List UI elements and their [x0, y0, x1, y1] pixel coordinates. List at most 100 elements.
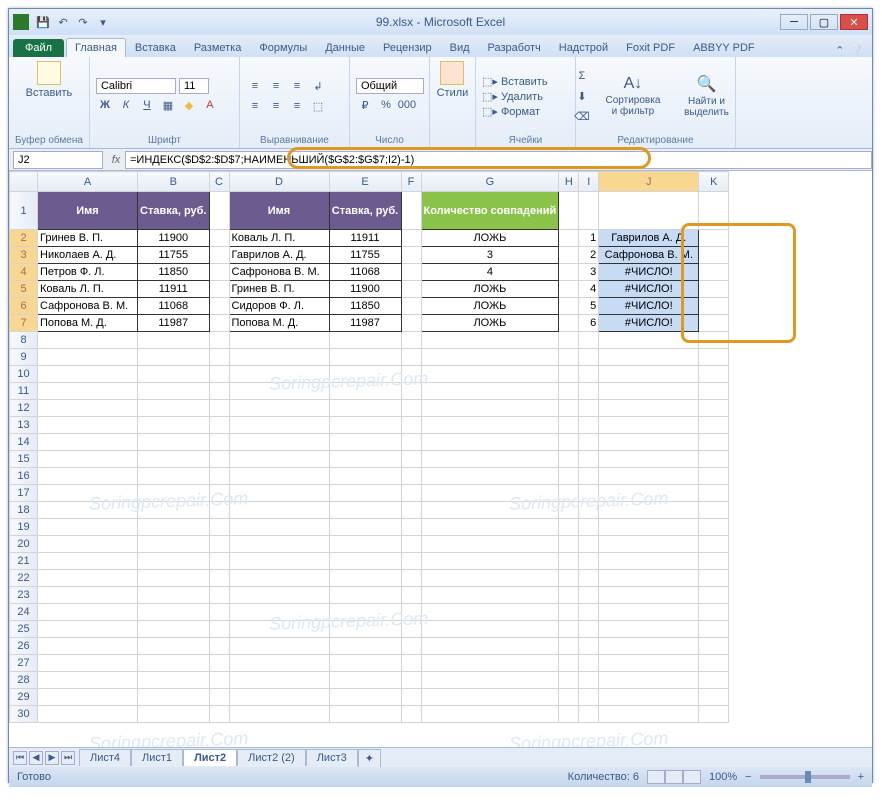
cell[interactable]: [329, 570, 401, 587]
cell[interactable]: 11068: [138, 298, 210, 315]
undo-icon[interactable]: ↶: [55, 14, 71, 30]
cell[interactable]: [579, 689, 599, 706]
cell[interactable]: [401, 349, 421, 366]
cell[interactable]: [559, 315, 579, 332]
cell[interactable]: Гринев В. П.: [38, 230, 138, 247]
cell[interactable]: [599, 417, 699, 434]
cell[interactable]: [229, 604, 329, 621]
sheet-nav-prev[interactable]: ◀: [29, 751, 43, 765]
cell[interactable]: [699, 451, 729, 468]
cell[interactable]: [559, 349, 579, 366]
cell[interactable]: [421, 434, 559, 451]
cell[interactable]: [329, 417, 401, 434]
minimize-button[interactable]: ─: [780, 14, 808, 30]
cell[interactable]: [579, 519, 599, 536]
cell[interactable]: [209, 247, 229, 264]
cell[interactable]: [599, 638, 699, 655]
cell[interactable]: [559, 536, 579, 553]
cell[interactable]: [229, 706, 329, 723]
cell[interactable]: [559, 570, 579, 587]
cell[interactable]: [209, 434, 229, 451]
cell[interactable]: [38, 553, 138, 570]
cell[interactable]: [579, 655, 599, 672]
cell[interactable]: [699, 519, 729, 536]
sheet-tab[interactable]: Лист4: [79, 749, 131, 766]
spreadsheet-table[interactable]: A B C D E F G H I J K 1ИмяСтавка, руб.Им…: [9, 171, 729, 723]
cell[interactable]: 11911: [329, 230, 401, 247]
cell[interactable]: [699, 621, 729, 638]
cell[interactable]: [38, 655, 138, 672]
cell[interactable]: [401, 264, 421, 281]
cell[interactable]: [38, 570, 138, 587]
col-header[interactable]: K: [699, 172, 729, 192]
cell[interactable]: [38, 349, 138, 366]
col-header[interactable]: J: [599, 172, 699, 192]
cell[interactable]: #ЧИСЛО!: [599, 315, 699, 332]
cell[interactable]: [401, 638, 421, 655]
cell[interactable]: [329, 400, 401, 417]
cell[interactable]: [559, 638, 579, 655]
fill-color-button[interactable]: ◆: [180, 96, 198, 114]
cell[interactable]: [38, 604, 138, 621]
cell[interactable]: [559, 672, 579, 689]
cell[interactable]: [329, 706, 401, 723]
cell[interactable]: [559, 264, 579, 281]
row-header[interactable]: 11: [10, 383, 38, 400]
cell[interactable]: [579, 536, 599, 553]
sheet-nav-next[interactable]: ▶: [45, 751, 59, 765]
cell[interactable]: [209, 400, 229, 417]
cell[interactable]: Сафронова В. М.: [599, 247, 699, 264]
cell[interactable]: [599, 400, 699, 417]
row-header[interactable]: 17: [10, 485, 38, 502]
tab-addins[interactable]: Надстрой: [550, 38, 617, 57]
sort-filter-button[interactable]: A↓ Сортировка и фильтр: [599, 73, 667, 119]
cell[interactable]: [229, 638, 329, 655]
cell[interactable]: [138, 672, 210, 689]
cell[interactable]: [559, 502, 579, 519]
cell[interactable]: 4: [579, 281, 599, 298]
cell[interactable]: Сидоров Ф. Л.: [229, 298, 329, 315]
cell[interactable]: [599, 587, 699, 604]
comma-icon[interactable]: 000: [398, 96, 416, 114]
cell[interactable]: [401, 672, 421, 689]
cell[interactable]: [138, 400, 210, 417]
col-header[interactable]: A: [38, 172, 138, 192]
font-family-select[interactable]: Calibri: [96, 78, 176, 94]
cell[interactable]: [559, 192, 579, 230]
cell[interactable]: [38, 366, 138, 383]
autosum-icon[interactable]: Σ: [573, 67, 591, 85]
cell[interactable]: [209, 638, 229, 655]
cell[interactable]: [559, 689, 579, 706]
cell[interactable]: [579, 332, 599, 349]
cell[interactable]: [421, 400, 559, 417]
italic-button[interactable]: К: [117, 96, 135, 114]
cell[interactable]: Гринев В. П.: [229, 281, 329, 298]
cell[interactable]: [699, 672, 729, 689]
cell[interactable]: [209, 570, 229, 587]
cell[interactable]: [421, 553, 559, 570]
fx-icon[interactable]: fx: [107, 154, 125, 166]
align-middle-icon[interactable]: ≡: [267, 77, 285, 95]
cell[interactable]: [329, 451, 401, 468]
cell[interactable]: [138, 434, 210, 451]
cell[interactable]: [699, 247, 729, 264]
row-header[interactable]: 24: [10, 604, 38, 621]
cell[interactable]: [599, 485, 699, 502]
cell[interactable]: [579, 621, 599, 638]
cells-insert-button[interactable]: ⬚▸ Вставить: [482, 75, 569, 88]
cell[interactable]: [329, 332, 401, 349]
cell[interactable]: [209, 536, 229, 553]
cell[interactable]: [421, 383, 559, 400]
row-header[interactable]: 23: [10, 587, 38, 604]
cell[interactable]: [699, 434, 729, 451]
cell[interactable]: [209, 417, 229, 434]
cell[interactable]: [599, 689, 699, 706]
cell[interactable]: [599, 621, 699, 638]
cell[interactable]: [699, 281, 729, 298]
cell[interactable]: [421, 349, 559, 366]
cell[interactable]: [38, 587, 138, 604]
cell[interactable]: [401, 192, 421, 230]
row-header[interactable]: 6: [10, 298, 38, 315]
cell[interactable]: [421, 417, 559, 434]
cell[interactable]: [329, 689, 401, 706]
